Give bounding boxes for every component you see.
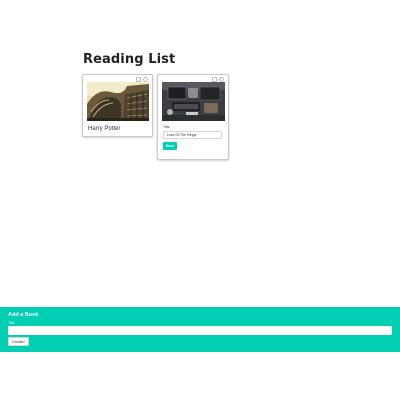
book-card-editing: Title Save bbox=[157, 74, 229, 160]
book-card-harry-potter: Harry Potter bbox=[82, 74, 153, 137]
save-button[interactable]: Save bbox=[163, 142, 177, 150]
title-field-label: Title bbox=[163, 125, 170, 129]
book-cover-image bbox=[87, 82, 149, 121]
page-title: Reading List bbox=[83, 52, 176, 67]
add-book-heading: Add a Book bbox=[8, 312, 39, 318]
add-title-input[interactable] bbox=[8, 326, 392, 335]
book-cover-image bbox=[162, 82, 225, 121]
add-book-panel: Add a Book Title Create! bbox=[0, 307, 400, 352]
book-title: Harry Potter bbox=[88, 126, 121, 132]
create-button[interactable]: Create! bbox=[8, 337, 29, 346]
title-field[interactable] bbox=[163, 131, 222, 139]
add-title-label: Title bbox=[8, 321, 15, 325]
